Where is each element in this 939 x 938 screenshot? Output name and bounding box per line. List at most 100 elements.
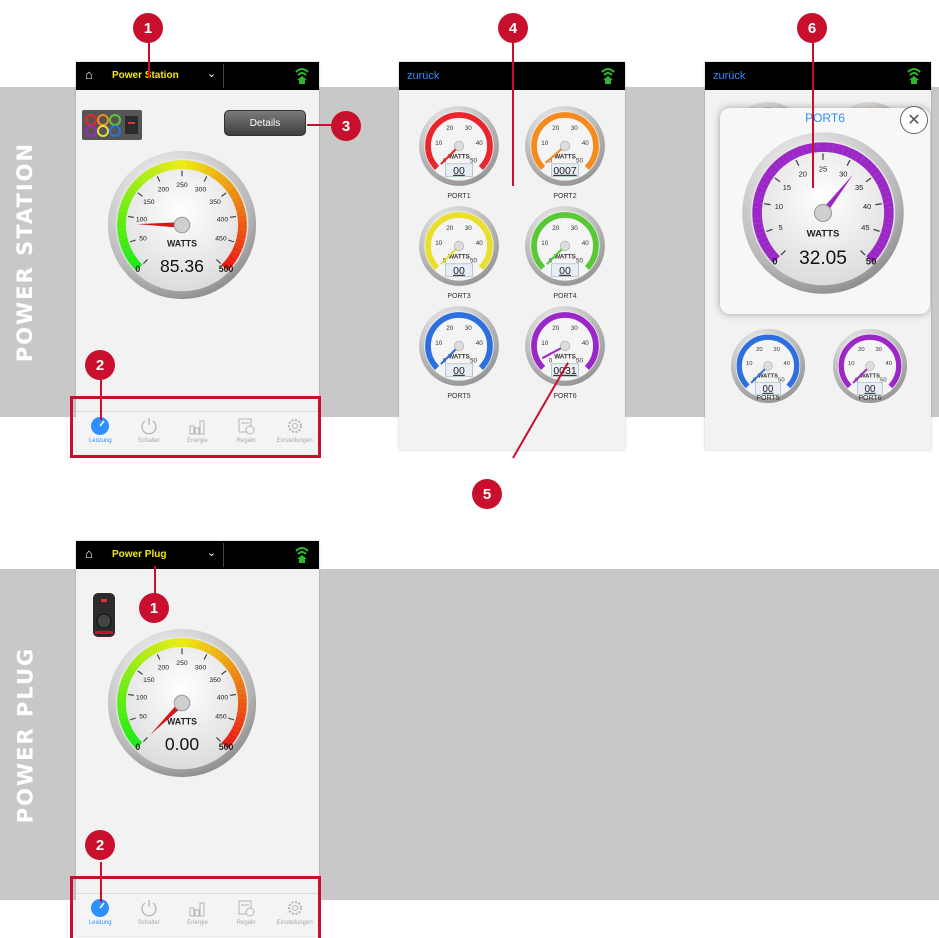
gauge-arc-segment [122, 712, 123, 717]
gauge-unit: WATTS [554, 154, 576, 161]
gauge-tick-label: 25 [819, 165, 827, 174]
gauge-tick-label: 500 [219, 742, 234, 752]
gauge-arc-segment [128, 671, 130, 675]
wifi-home-icon [907, 66, 921, 89]
gauge-arc-segment [228, 664, 231, 668]
gauge-arc-segment [242, 230, 243, 235]
gauge-tick-label: 20 [446, 325, 454, 332]
gauge-hub [454, 241, 463, 250]
power-station-thumbnail[interactable] [82, 110, 142, 145]
gauge-arc-segment [225, 182, 228, 185]
home-icon[interactable]: ⌂ [85, 67, 93, 83]
gauge-tick-label: 30 [465, 125, 473, 132]
gauge-arc-segment [123, 717, 124, 722]
gauge-tick-label: 10 [746, 361, 753, 367]
gauge-arc-segment [236, 726, 238, 730]
gauge-arc-segment [163, 166, 168, 167]
gauge-arc-segment [128, 730, 130, 734]
gauge-tick-label: 20 [756, 347, 763, 353]
gauge-arc-segment [187, 165, 192, 166]
gauge-tick-label: 30 [465, 225, 473, 232]
gauge-arc-segment [862, 160, 866, 163]
details-button[interactable]: Details [224, 110, 306, 136]
port-gauge-port2[interactable]: 01020304050WATTS0007PORT2 [515, 104, 615, 200]
back-link[interactable]: zurück [713, 70, 745, 82]
gauge-tick-label: 10 [541, 340, 549, 347]
gauge-tick-label: 250 [176, 660, 188, 667]
gauge-arc-segment [205, 169, 209, 171]
port-label: PORT2 [515, 193, 615, 200]
gauge-arc-segment [128, 252, 130, 256]
gauge-arc-segment [187, 643, 192, 644]
gauge-hub [560, 141, 569, 150]
gauge-arc-segment [764, 243, 767, 248]
gauge-arc-segment [130, 735, 133, 739]
chevron-down-icon[interactable]: ⌄ [207, 67, 216, 80]
gauge-arc-segment [126, 726, 128, 730]
gauge-arc-segment [857, 157, 861, 160]
gauge-unit: WATTS [554, 354, 576, 361]
device-selector[interactable]: Power Station [112, 70, 179, 81]
gauge-arc-segment [870, 166, 874, 170]
power-gauge: 050100150200250300350400450500WATTS85.36 [104, 147, 260, 308]
gauge-arc-segment [126, 248, 128, 252]
gauge-tick-label: 200 [158, 186, 170, 193]
gauge-tick-label: 20 [799, 169, 807, 178]
gauge-tick-label: 450 [215, 714, 227, 721]
gauge-arc-segment [873, 170, 876, 174]
gauge-arc-segment [173, 165, 178, 166]
port-gauge-port4[interactable]: 01020304050WATTS00PORT4 [515, 204, 615, 300]
divider [223, 543, 224, 567]
gauge-arc-segment [225, 660, 228, 663]
gauge-tick-label: 300 [195, 664, 207, 671]
gauge-arc-segment [231, 189, 234, 193]
callout-marker-3: 3 [331, 111, 361, 141]
gauge-arc-segment [241, 211, 242, 216]
gauge-tick-label: 0 [135, 742, 140, 752]
popup-title: PORT6 [720, 111, 930, 125]
gauge-arc-segment [123, 206, 124, 211]
wifi-home-icon [601, 66, 615, 89]
gauge-arc-segment [168, 165, 173, 166]
gauge-arc-segment [218, 654, 222, 657]
port-gauge-port3[interactable]: 01020304050WATTS00PORT3 [409, 204, 509, 300]
port-detail-screen: zurück 01020304050WATTS 01020304050WATTS… [705, 62, 931, 450]
port-label: PORT3 [409, 293, 509, 300]
gauge-tick-label: 50 [139, 714, 147, 721]
device-selector[interactable]: Power Plug [112, 549, 166, 560]
gauge-tick-label: 50 [470, 358, 478, 365]
gauge-arc-segment [241, 712, 242, 717]
gauge-arc-segment [130, 189, 133, 193]
chevron-down-icon[interactable]: ⌄ [207, 546, 216, 559]
gauge-arc-segment [758, 223, 759, 228]
gauge-hub [454, 341, 463, 350]
gauge-reading: 00 [559, 265, 571, 277]
back-link[interactable]: zurück [407, 70, 439, 82]
gauge-tick-label: 30 [571, 125, 579, 132]
gauge-tick-label: 10 [848, 361, 855, 367]
gauge-arc-segment [239, 206, 240, 211]
home-icon[interactable]: ⌂ [85, 546, 93, 562]
gauge-tick-label: 40 [886, 361, 893, 367]
gauge-arc-segment [888, 203, 889, 208]
gauge-arc-segment [784, 157, 788, 160]
gauge-arc-segment [758, 198, 759, 203]
port-gauge-port1[interactable]: 01020304050WATTS00PORT1 [409, 104, 509, 200]
callout-line [100, 862, 102, 902]
gauge-arc-segment [122, 708, 123, 713]
callout-line [512, 40, 514, 186]
wifi-home-icon [295, 66, 309, 89]
gauge-tick-label: 40 [476, 340, 484, 347]
port-gauge-port5[interactable]: 01020304050WATTS00PORT5 [409, 304, 509, 400]
port-gauge-port6[interactable]: 01020304050WATTS0031PORT6 [515, 304, 615, 400]
gauge-tick-label: 50 [576, 258, 584, 265]
gauge-arc-segment [139, 179, 142, 182]
gauge-hub [560, 341, 569, 350]
gauge-arc-segment [879, 179, 882, 184]
gauge-tick-label: 450 [215, 236, 227, 243]
gauge-arc-segment [150, 649, 154, 651]
gauge-arc-segment [231, 667, 234, 671]
gauge-arc-segment [884, 233, 886, 238]
gauge-tick-label: 0 [135, 264, 140, 274]
gauge-arc-segment [833, 148, 838, 149]
